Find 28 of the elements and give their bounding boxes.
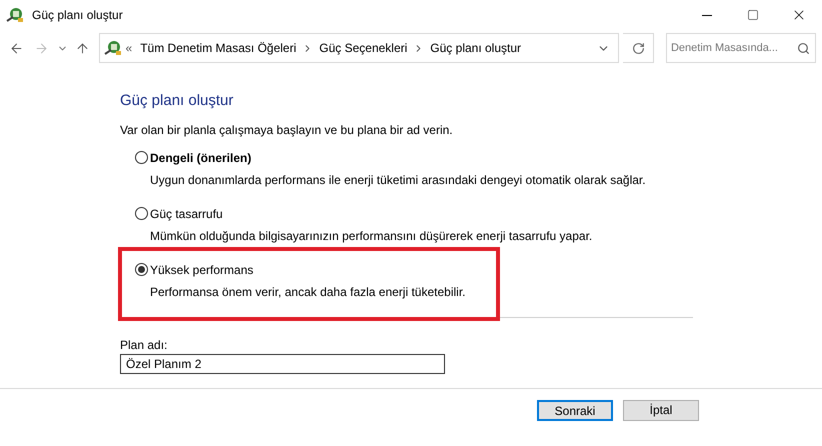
radio-option[interactable]: Güç tasarrufu xyxy=(135,204,223,222)
breadcrumb[interactable]: Güç planı oluştur xyxy=(430,39,522,57)
dialog-button[interactable]: Sonraki xyxy=(537,400,613,420)
radio-button[interactable] xyxy=(135,207,148,220)
page-heading: Güç planı oluştur xyxy=(120,91,234,111)
search-icon xyxy=(796,42,810,55)
option-description: Performansa önem verir, ancak daha fazla enerji tüketebilir. xyxy=(149,284,466,300)
breadcrumb[interactable]: Tüm Denetim Masası Öğeleri xyxy=(140,39,296,57)
breadcrumb[interactable]: Güç Seçenekleri xyxy=(319,39,408,57)
plan-name-field[interactable]: Özel Planım 2 xyxy=(120,354,445,374)
refresh-button[interactable] xyxy=(623,33,654,63)
radio-option[interactable]: Dengeli (önerilen) xyxy=(135,148,252,166)
maximize-icon xyxy=(747,9,759,21)
radio-button[interactable] xyxy=(135,151,148,164)
minimize-icon xyxy=(702,14,712,16)
plan-name-label: Plan adı: xyxy=(120,338,168,352)
window-title: Güç planı oluştur xyxy=(32,7,123,24)
address-bar[interactable]: « Tüm Denetim Masası Öğeleri Güç Seçenekleri Güç planı oluştur xyxy=(98,33,620,63)
option-description: Mümkün olduğunda bilgisayarınızın performansını düşürerek enerji tasarrufu yapar. xyxy=(149,228,594,244)
forward-arrow-icon xyxy=(34,40,50,56)
refresh-icon xyxy=(632,42,645,54)
option-description: Uygun donanımlarda performans ile enerji tüketimi arasındaki dengeyi otomatik olarak sağlar. xyxy=(149,172,647,188)
radio-button[interactable] xyxy=(135,263,148,276)
overflow-chevron[interactable]: « xyxy=(126,39,132,57)
intro-text: Var olan bir planla çalışmaya başlayın ve bu plana bir ad verin. xyxy=(120,122,454,138)
dialog-button[interactable]: İptal xyxy=(623,400,699,420)
search-field[interactable]: Denetim Masasında... xyxy=(666,33,816,63)
radio-option[interactable]: Yüksek performans xyxy=(135,260,254,278)
